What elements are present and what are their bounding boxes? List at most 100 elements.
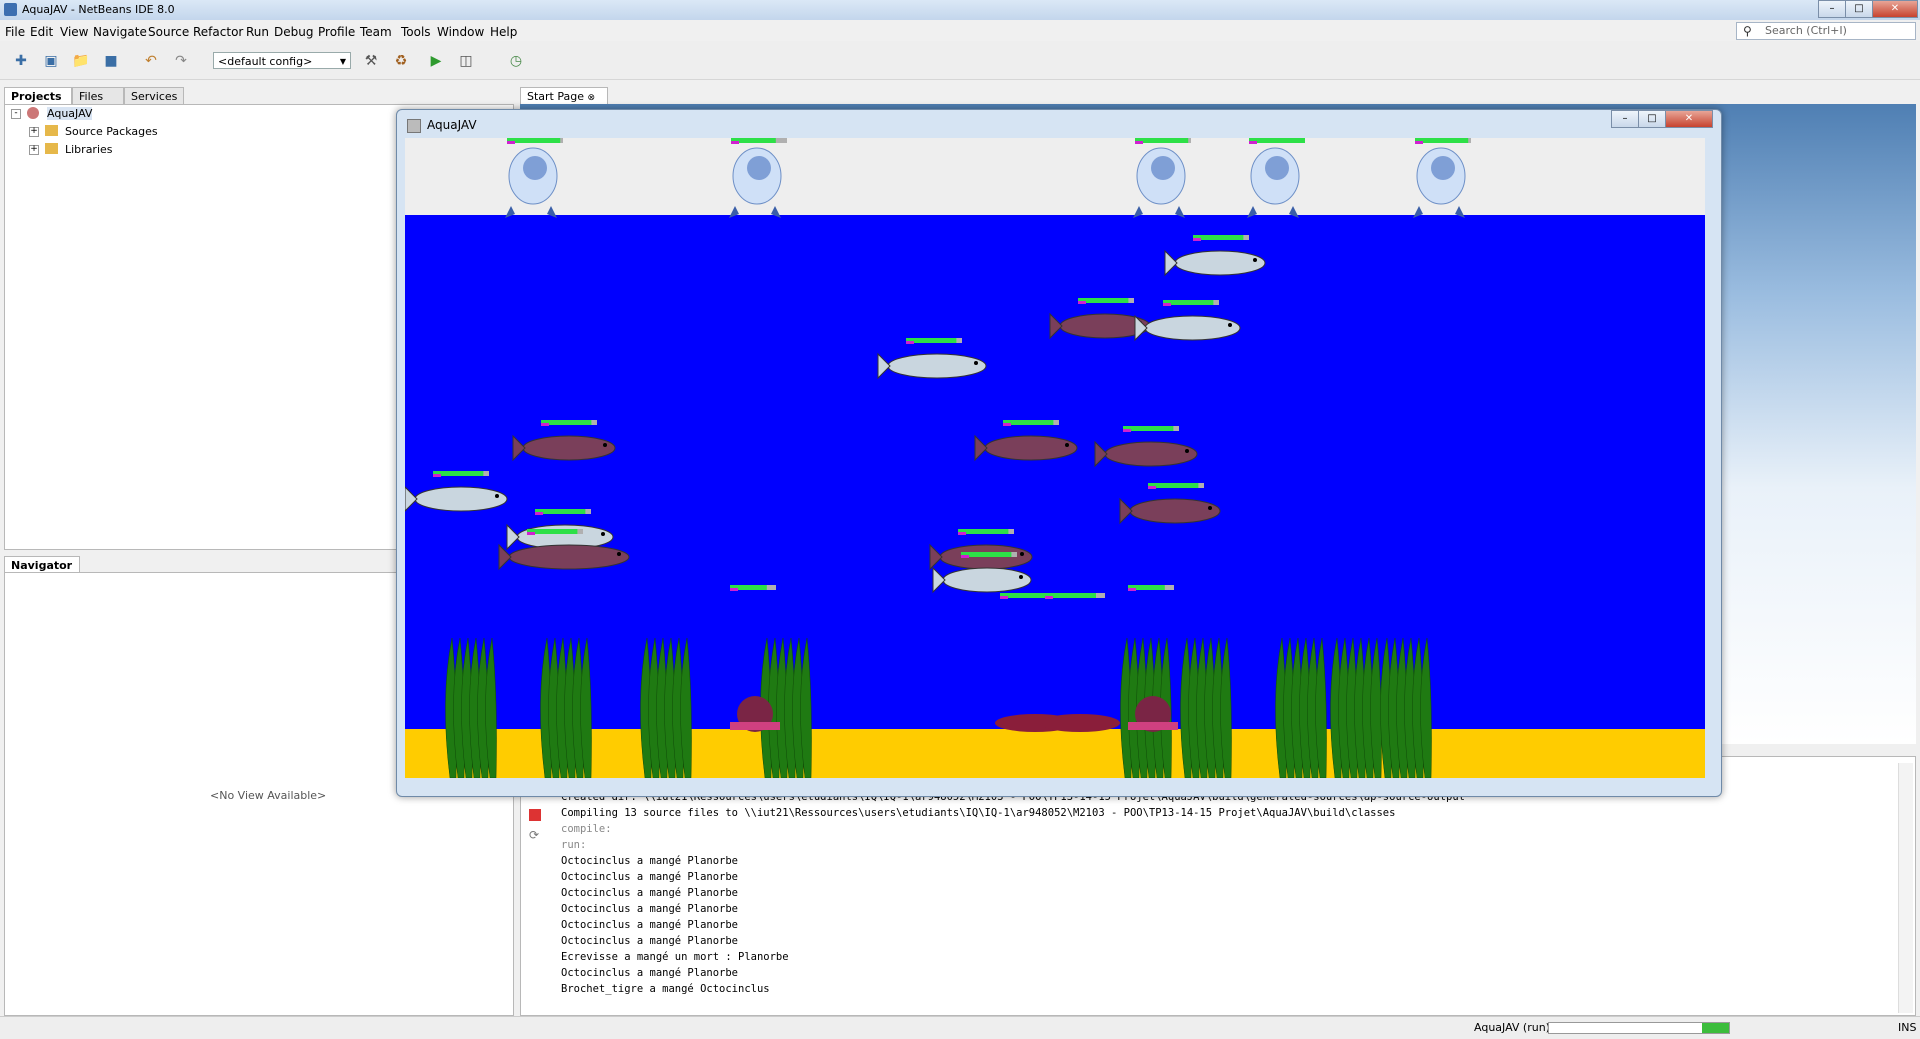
output-scrollbar[interactable]	[1898, 763, 1913, 1013]
hunger-bar	[730, 588, 738, 591]
tab-navigator[interactable]: Navigator ⊗	[4, 556, 80, 589]
fish	[414, 486, 508, 512]
rerun-icon[interactable]: ⟳	[529, 829, 541, 841]
config-select-value: <default config>	[218, 55, 313, 68]
tab-services[interactable]: Services	[124, 87, 184, 104]
hunger-bar	[731, 141, 739, 144]
bird-head	[747, 156, 771, 180]
clean-build-icon[interactable]: ♻	[390, 51, 412, 71]
menu-team[interactable]: Team	[360, 25, 392, 39]
open-project-icon[interactable]: 📁	[70, 51, 92, 71]
search-input[interactable]: Search (Ctrl+I)	[1736, 22, 1916, 40]
undo-icon[interactable]: ↶	[140, 51, 162, 71]
hunger-bar	[906, 341, 914, 344]
menu-edit[interactable]: Edit	[30, 25, 53, 39]
snail-foot	[730, 722, 780, 730]
bird-head	[1265, 156, 1289, 180]
menu-profile[interactable]: Profile	[318, 25, 355, 39]
redo-icon[interactable]: ↷	[170, 51, 192, 71]
tab-projects[interactable]: Projects ⊗	[4, 87, 72, 120]
stop-icon[interactable]	[529, 809, 541, 821]
project-icon	[27, 107, 39, 119]
window-title: AquaJAV - NetBeans IDE 8.0	[22, 3, 175, 16]
close-button[interactable]: ✕	[1872, 0, 1918, 18]
fish	[522, 435, 616, 461]
output-line: Compiling 13 source files to \\iut21\Res…	[561, 807, 1396, 819]
bird-head	[1151, 156, 1175, 180]
hunger-bar	[958, 532, 966, 535]
menu-file[interactable]: File	[5, 25, 25, 39]
fish	[1129, 498, 1221, 524]
fish-eye	[1019, 575, 1023, 579]
profile-icon[interactable]: ◷	[505, 51, 527, 71]
build-icon[interactable]: ⚒	[360, 51, 382, 71]
hunger-bar	[527, 532, 535, 535]
fish-eye	[1020, 552, 1024, 556]
run-progress-fill	[1702, 1023, 1729, 1033]
hunger-bar	[1003, 423, 1011, 426]
health-bar	[1249, 138, 1305, 143]
tree-root[interactable]: AquaJAV	[47, 107, 93, 120]
menu-window[interactable]: Window	[437, 25, 484, 39]
package-folder-icon	[45, 125, 58, 136]
aquarium-canvas	[405, 138, 1705, 778]
insert-mode-text: INS	[1898, 1021, 1917, 1034]
menu-run[interactable]: Run	[246, 25, 269, 39]
menu-source[interactable]: Source	[148, 25, 189, 39]
menu-debug[interactable]: Debug	[274, 25, 313, 39]
water-area	[405, 215, 1705, 729]
sky-area	[405, 138, 1705, 215]
fish-eye	[1228, 323, 1232, 327]
menu-view[interactable]: View	[60, 25, 88, 39]
tree-item-libraries[interactable]: Libraries	[65, 143, 113, 156]
menu-navigate[interactable]: Navigate	[93, 25, 147, 39]
output-line: compile:	[561, 823, 612, 835]
menu-tools[interactable]: Tools	[401, 25, 431, 39]
collapse-toggle[interactable]: -	[11, 109, 21, 119]
expand-toggle[interactable]: +	[29, 127, 39, 137]
sand-floor	[405, 729, 1705, 778]
menu-help[interactable]: Help	[490, 25, 517, 39]
run-icon[interactable]: ▶	[425, 51, 447, 71]
save-all-icon[interactable]: ■	[100, 51, 122, 71]
fish	[1104, 441, 1198, 467]
output-line: Octocinclus a mangé Planorbe	[561, 855, 739, 867]
fish	[984, 435, 1078, 461]
fish	[1144, 315, 1241, 341]
fish-eye	[495, 494, 499, 498]
config-select[interactable]: <default config> ▼	[213, 52, 351, 69]
run-status-text: AquaJAV (run)	[1474, 1021, 1550, 1034]
chevron-down-icon: ▼	[339, 57, 346, 66]
hunger-bar	[1148, 486, 1156, 489]
expand-toggle[interactable]: +	[29, 145, 39, 155]
hunger-bar	[433, 474, 441, 477]
minimize-button[interactable]: –	[1818, 0, 1846, 18]
new-file-icon[interactable]: ✚	[10, 51, 32, 71]
app-maximize-button[interactable]: □	[1638, 110, 1666, 128]
app-minimize-button[interactable]: –	[1611, 110, 1639, 128]
hunger-bar	[507, 141, 515, 144]
hunger-bar	[1135, 141, 1143, 144]
tab-start-page[interactable]: Start Page ⊗	[520, 87, 608, 104]
new-project-icon[interactable]: ▣	[40, 51, 62, 71]
fish-eye	[1208, 506, 1212, 510]
bird-head	[1431, 156, 1455, 180]
aquarium-scene	[405, 138, 1705, 778]
menu-bar: File Edit View Navigate Source Refactor …	[0, 20, 1920, 40]
crayfish	[1040, 714, 1120, 732]
menu-refactor[interactable]: Refactor	[193, 25, 243, 39]
library-folder-icon	[45, 143, 58, 154]
tab-files[interactable]: Files	[72, 87, 124, 104]
maximize-button[interactable]: □	[1845, 0, 1873, 18]
toolbar: ✚ ▣ 📁 ■ ↶ ↷ <default config> ▼ ⚒ ♻ ▶ ◫ ◷	[0, 41, 1920, 80]
snail-foot	[1128, 722, 1178, 730]
fish-eye	[974, 361, 978, 365]
tree-item-source-packages[interactable]: Source Packages	[65, 125, 158, 138]
search-icon: ⚲	[1743, 24, 1752, 38]
debug-icon[interactable]: ◫	[455, 51, 477, 71]
hunger-bar	[535, 512, 543, 515]
hunger-bar	[1123, 429, 1131, 432]
app-close-button[interactable]: ✕	[1665, 110, 1713, 128]
status-bar: AquaJAV (run) INS	[0, 1016, 1920, 1039]
fish-eye	[1185, 449, 1189, 453]
